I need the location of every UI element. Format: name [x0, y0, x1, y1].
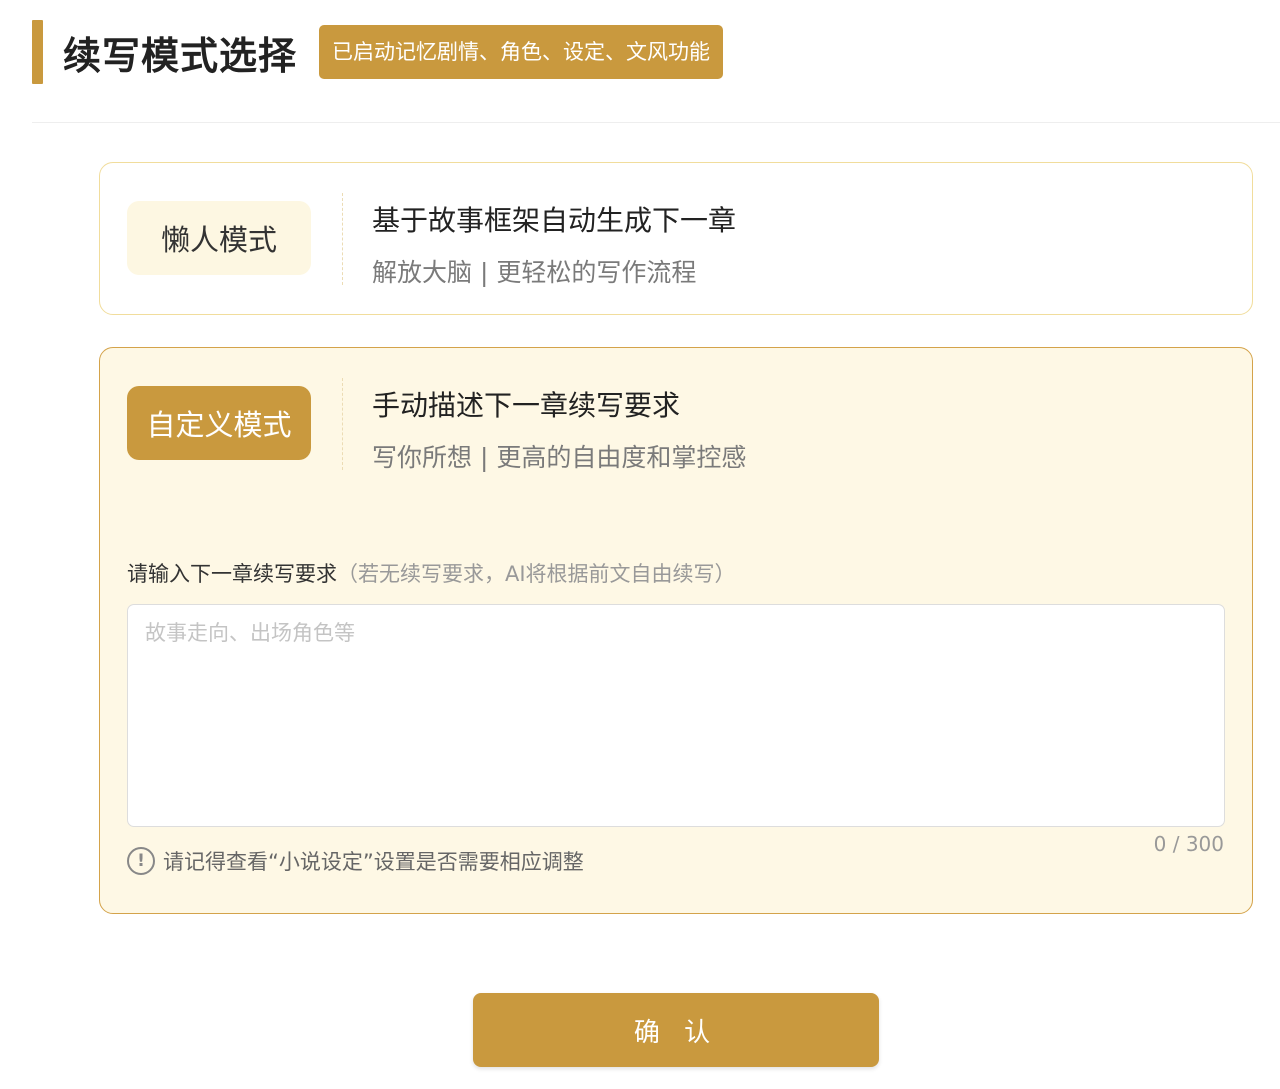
requirement-textarea-wrapper [127, 604, 1225, 827]
custom-mode-label: 自定义模式 [127, 386, 311, 460]
page-title: 续写模式选择 [63, 33, 298, 78]
card-separator [342, 193, 343, 285]
card-separator [342, 378, 343, 470]
requirement-label-hint: （若无续写要求，AI将根据前文自由续写） [337, 562, 736, 586]
memory-status-badge: 已启动记忆剧情、角色、设定、文风功能 [319, 25, 724, 79]
custom-mode-card[interactable]: 自定义模式 手动描述下一章续写要求 写你所想 | 更高的自由度和掌控感 请输入下… [99, 347, 1253, 914]
lazy-mode-card[interactable]: 懒人模式 基于故事框架自动生成下一章 解放大脑 | 更轻松的写作流程 [99, 162, 1253, 315]
header-divider [32, 122, 1280, 123]
page-header: 续写模式选择 已启动记忆剧情、角色、设定、文风功能 [32, 20, 724, 84]
char-counter: 0 / 300 [1153, 832, 1224, 856]
requirement-label-text: 请输入下一章续写要求 [127, 562, 337, 586]
custom-mode-title: 手动描述下一章续写要求 [372, 389, 681, 422]
lazy-mode-title: 基于故事框架自动生成下一章 [372, 204, 737, 237]
lazy-mode-subtitle: 解放大脑 | 更轻松的写作流程 [372, 258, 697, 287]
confirm-button[interactable]: 确 认 [473, 993, 879, 1067]
requirement-input-label: 请输入下一章续写要求（若无续写要求，AI将根据前文自由续写） [127, 558, 736, 588]
header-accent-bar [32, 20, 43, 84]
settings-notice-text: 请记得查看“小说设定”设置是否需要相应调整 [163, 850, 584, 874]
custom-mode-subtitle: 写你所想 | 更高的自由度和掌控感 [372, 443, 747, 472]
requirement-textarea[interactable] [128, 605, 1224, 826]
custom-mode-description: 手动描述下一章续写要求 写你所想 | 更高的自由度和掌控感 [372, 384, 746, 474]
lazy-mode-description: 基于故事框架自动生成下一章 解放大脑 | 更轻松的写作流程 [372, 199, 736, 289]
lazy-mode-label: 懒人模式 [127, 201, 311, 275]
exclamation-circle-icon: ! [127, 847, 155, 875]
settings-notice: ! 请记得查看“小说设定”设置是否需要相应调整 [127, 846, 584, 876]
